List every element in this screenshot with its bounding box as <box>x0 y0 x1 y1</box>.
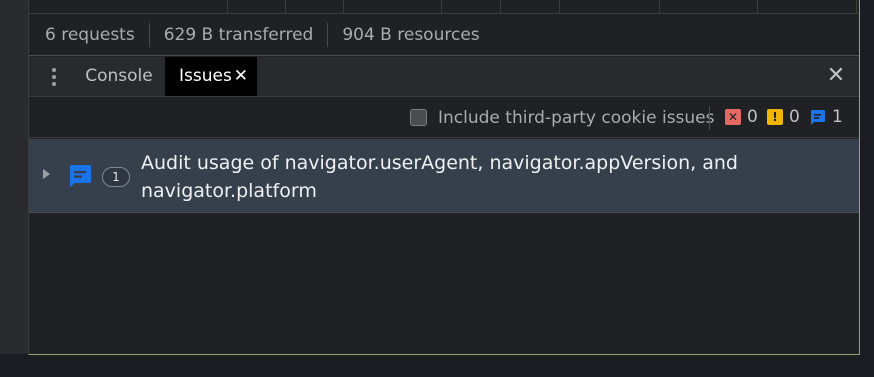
third-party-cookie-checkbox[interactable] <box>410 109 427 126</box>
network-grid-bottom <box>29 0 859 14</box>
close-drawer-icon[interactable]: ✕ <box>825 65 847 87</box>
network-summary-bar: 6 requests 629 B transferred 904 B resou… <box>29 15 859 56</box>
info-message-icon <box>811 109 825 125</box>
info-counter[interactable]: 1 <box>809 107 843 127</box>
bottom-edge <box>0 356 874 377</box>
grid-column <box>500 0 501 14</box>
grid-column <box>441 0 442 14</box>
grid-column <box>343 0 344 14</box>
third-party-cookie-label[interactable]: Include third-party cookie issues <box>438 106 715 130</box>
tab-issues[interactable]: Issues ✕ <box>165 57 257 96</box>
grid-column <box>757 0 758 14</box>
more-tools-menu-icon[interactable] <box>43 65 65 89</box>
close-tab-icon[interactable]: ✕ <box>234 57 248 96</box>
error-count: 0 <box>747 107 758 127</box>
improvement-issue-icon <box>69 165 91 187</box>
issue-title[interactable]: Audit usage of navigator.userAgent, navi… <box>141 149 781 205</box>
toolbar-divider <box>709 106 710 130</box>
resources-size: 904 B resources <box>342 25 480 45</box>
info-count: 1 <box>832 107 843 127</box>
grid-column <box>659 0 660 14</box>
error-icon: ✕ <box>725 109 741 125</box>
warning-counter[interactable]: ! 0 <box>767 107 800 127</box>
tab-console[interactable]: Console <box>73 57 165 96</box>
issue-count-badge: 1 <box>102 167 130 187</box>
grid-column <box>227 0 228 14</box>
issues-toolbar: Include third-party cookie issues ✕ 0 ! … <box>29 98 859 138</box>
expand-arrow-icon[interactable] <box>43 169 50 179</box>
tab-issues-label: Issues <box>179 66 232 86</box>
devtools-drawer: 6 requests 629 B transferred 904 B resou… <box>28 0 860 355</box>
left-page-strip <box>0 0 28 354</box>
grid-column <box>559 0 560 14</box>
warning-icon: ! <box>767 109 783 125</box>
transferred-size: 629 B transferred <box>150 23 329 47</box>
requests-count: 6 requests <box>29 23 150 47</box>
error-counter[interactable]: ✕ 0 <box>725 107 758 127</box>
warning-count: 0 <box>789 107 800 127</box>
issue-row[interactable]: 1 Audit usage of navigator.userAgent, na… <box>29 139 859 213</box>
grid-column <box>285 0 286 14</box>
grid-column <box>856 0 857 14</box>
drawer-tabbar: Console Issues ✕ ✕ <box>29 57 859 97</box>
